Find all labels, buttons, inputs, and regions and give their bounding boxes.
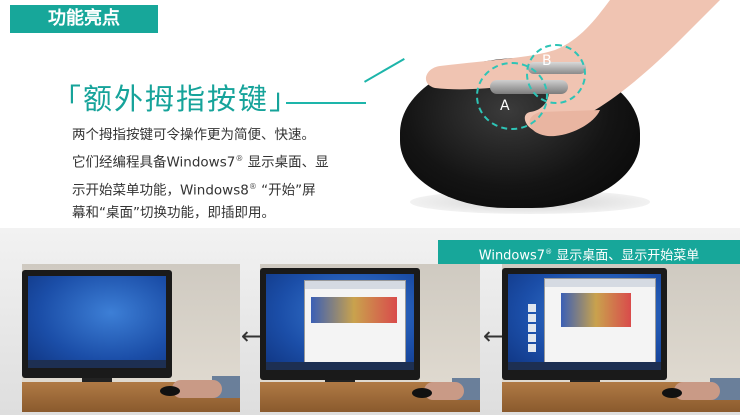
button-a-label: A <box>500 98 510 114</box>
feature-title: 「额外拇指按键」 <box>52 82 301 116</box>
desc-line-2b: 显示桌面、显 <box>243 154 329 171</box>
taskbar <box>508 362 661 370</box>
monitor <box>260 268 420 380</box>
desc-line-3: 示开始菜单功能，Windows8 <box>72 182 249 198</box>
title-connector-line <box>286 102 366 104</box>
feature-description: 两个拇指按键可令操作更为简便、快速。 它们经编程具备Windows7 ® 显示桌面… <box>72 124 372 225</box>
mouse-small-icon <box>160 386 180 396</box>
start-menu-panel <box>528 304 536 354</box>
windows-label-suffix: 显示桌面、显示开始菜单 <box>552 248 700 264</box>
browser-toolbar <box>305 281 405 289</box>
browser-window <box>304 280 406 364</box>
registered-mark: ® <box>248 181 257 191</box>
desktop-screen <box>508 274 661 370</box>
button-b-highlight <box>526 44 586 104</box>
web-banner <box>561 293 631 327</box>
photo-browser <box>260 264 480 412</box>
taskbar <box>266 362 414 370</box>
hand-icon <box>425 0 720 137</box>
monitor <box>22 270 172 378</box>
browser-window <box>544 278 656 366</box>
photo-start-menu <box>502 264 740 412</box>
windows-feature-label: Windows7® 显示桌面、显示开始菜单 <box>438 240 740 264</box>
hand-mouse-illustration: A B <box>380 0 740 240</box>
desktop-screen <box>28 276 166 368</box>
web-banner <box>311 297 397 323</box>
button-b-label: B <box>542 53 552 69</box>
desc-line-1: 两个拇指按键可令操作更为简便、快速。 <box>72 127 315 143</box>
taskbar <box>28 360 166 368</box>
section-badge: 功能亮点 <box>10 5 158 33</box>
mouse-small-icon <box>662 388 682 398</box>
browser-toolbar <box>545 279 655 287</box>
windows-label-prefix: Windows7 <box>478 248 546 264</box>
photo-desktop <box>22 264 240 412</box>
mouse-small-icon <box>412 388 432 398</box>
desc-line-3b: “开始”屏 <box>256 182 316 198</box>
monitor <box>502 268 667 380</box>
desc-line-2: 它们经编程具备Windows7 <box>72 154 236 171</box>
desc-line-4: 幕和“桌面”切换功能，即插即用。 <box>72 205 275 221</box>
desktop-screen <box>266 274 414 370</box>
